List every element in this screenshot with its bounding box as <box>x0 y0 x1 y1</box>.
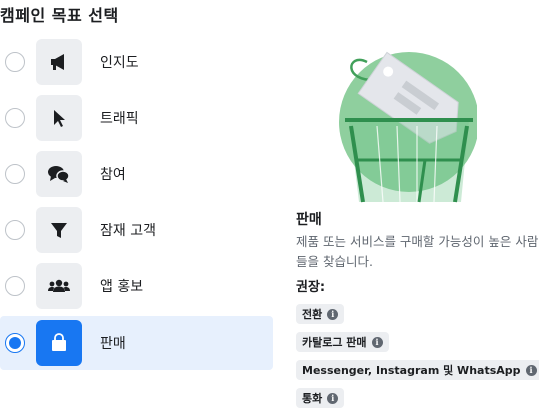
objective-option-app-promotion[interactable]: 앱 홍보 <box>0 258 273 314</box>
objective-option-engagement[interactable]: 참여 <box>0 146 273 202</box>
recommended-chip: Messenger, Instagram 및 WhatsApp i <box>296 360 539 380</box>
objective-option-traffic[interactable]: 트래픽 <box>0 90 273 146</box>
radio-button[interactable] <box>5 52 25 72</box>
recommended-chip: 카탈로그 판매 i <box>296 332 389 352</box>
objective-option-sales[interactable]: 판매 <box>0 316 273 370</box>
megaphone-icon <box>36 39 82 85</box>
objective-label: 잠재 고객 <box>100 223 156 239</box>
chip-label: 통화 <box>302 392 323 405</box>
radio-button[interactable] <box>5 220 25 240</box>
info-icon[interactable]: i <box>327 392 339 404</box>
chip-label: 카탈로그 판매 <box>302 336 367 349</box>
objective-label: 트래픽 <box>100 111 139 127</box>
objective-detail-description: 제품 또는 서비스를 구매할 가능성이 높은 사람들을 찾습니다. <box>296 234 539 269</box>
objective-detail-title: 판매 <box>296 212 322 228</box>
objective-label: 참여 <box>100 167 126 183</box>
recommended-label: 권장: <box>296 280 326 295</box>
shopping-bag-icon <box>36 320 82 366</box>
radio-button-selected[interactable] <box>5 333 25 353</box>
recommended-chip: 통화 i <box>296 388 345 408</box>
radio-button[interactable] <box>5 276 25 296</box>
objective-label: 앱 홍보 <box>100 279 144 295</box>
shopping-basket-illustration <box>339 51 477 203</box>
page-title: 캠페인 목표 선택 <box>0 6 119 25</box>
info-icon[interactable]: i <box>371 336 383 348</box>
funnel-icon <box>36 207 82 253</box>
info-icon[interactable]: i <box>327 308 339 320</box>
cursor-icon <box>36 95 82 141</box>
recommended-chips: 전환 i 카탈로그 판매 i Messenger, Instagram 및 What… <box>296 303 539 415</box>
recommended-chip: 전환 i <box>296 304 345 324</box>
chip-label: Messenger, Instagram 및 WhatsApp <box>302 364 521 377</box>
people-icon <box>36 263 82 309</box>
objective-option-awareness[interactable]: 인지도 <box>0 34 273 90</box>
chat-bubbles-icon <box>36 151 82 197</box>
chip-label: 전환 <box>302 308 323 321</box>
objective-option-leads[interactable]: 잠재 고객 <box>0 202 273 258</box>
objective-label: 판매 <box>100 336 126 352</box>
radio-button[interactable] <box>5 164 25 184</box>
objective-label: 인지도 <box>100 55 139 71</box>
radio-button[interactable] <box>5 108 25 128</box>
info-icon[interactable]: i <box>525 364 537 376</box>
objective-list: 인지도 트래픽 참여 잠재 고객 앱 홍보 판매 <box>0 34 273 370</box>
